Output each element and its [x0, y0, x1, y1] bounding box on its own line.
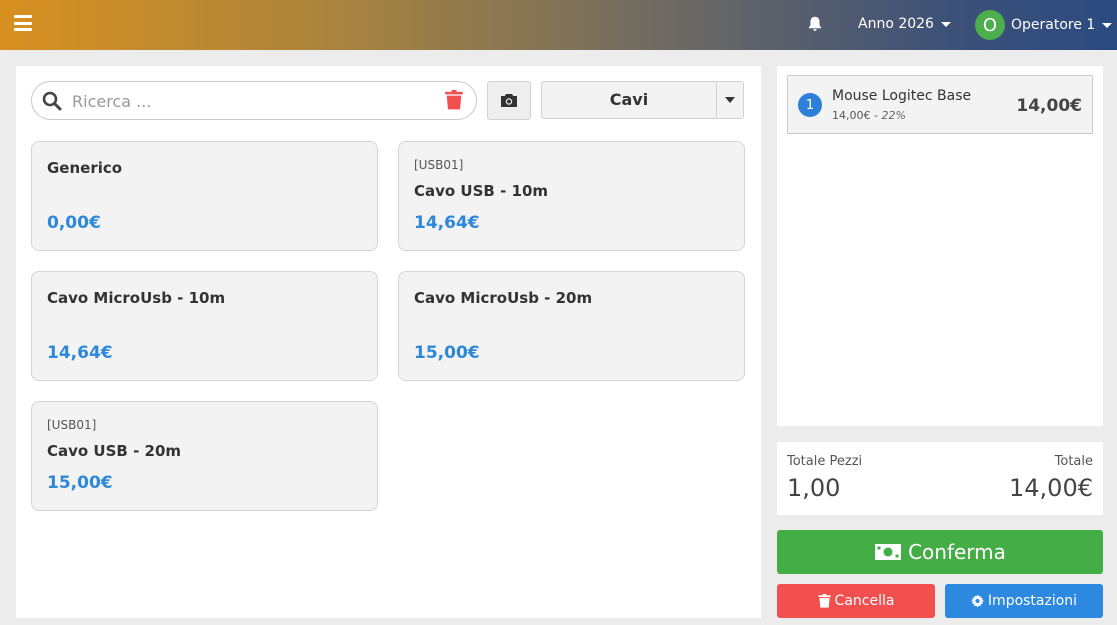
- confirm-button[interactable]: Conferma: [777, 530, 1103, 574]
- total-pieces-label: Totale Pezzi: [787, 454, 863, 469]
- product-name: Cavo MicroUsb - 20m: [414, 289, 593, 307]
- product-price: 14,64€: [47, 343, 113, 363]
- operator-label: Operatore 1: [1011, 17, 1096, 33]
- camera-button[interactable]: [487, 81, 531, 120]
- product-card[interactable]: Cavo MicroUsb - 10m 14,64€: [31, 271, 378, 381]
- confirm-label: Conferma: [908, 540, 1006, 564]
- product-price: 14,64€: [414, 213, 480, 233]
- chevron-down-icon: [725, 97, 735, 103]
- product-name: Cavo USB - 10m: [414, 182, 549, 200]
- bell-icon[interactable]: [806, 15, 824, 33]
- avatar: O: [975, 10, 1005, 40]
- product-code: [USB01]: [414, 158, 464, 172]
- cancel-label: Cancella: [834, 593, 895, 609]
- product-card[interactable]: [USB01] Cavo USB - 20m 15,00€: [31, 401, 378, 511]
- cart-item-name: Mouse Logitec Base: [832, 88, 972, 104]
- product-price: 0,00€: [47, 213, 101, 233]
- camera-icon: [501, 94, 517, 107]
- cart-item[interactable]: 1 Mouse Logitec Base 14,00€ - 22% 14,00€: [787, 75, 1093, 134]
- settings-button[interactable]: Impostazioni: [945, 584, 1103, 618]
- gear-icon: [970, 594, 984, 608]
- category-select[interactable]: Cavi: [541, 81, 744, 119]
- product-name: Cavo MicroUsb - 10m: [47, 289, 226, 307]
- settings-label: Impostazioni: [987, 593, 1078, 609]
- product-name: Cavo USB - 20m: [47, 442, 182, 460]
- product-price: 15,00€: [47, 473, 113, 493]
- chevron-down-icon: [940, 21, 951, 27]
- total-value: 14,00€: [1009, 474, 1093, 502]
- cart-item-total: 14,00€: [1016, 96, 1082, 116]
- cart-panel: 1 Mouse Logitec Base 14,00€ - 22% 14,00€: [777, 66, 1103, 426]
- product-code: [USB01]: [47, 418, 97, 432]
- totals-panel: Totale Pezzi Totale 1,00 14,00€: [777, 442, 1103, 515]
- trash-icon: [817, 594, 831, 608]
- hamburger-icon[interactable]: [14, 15, 32, 31]
- trash-icon[interactable]: [445, 90, 463, 110]
- cart-item-vat: 22%: [881, 109, 906, 122]
- cancel-button[interactable]: Cancella: [777, 584, 935, 618]
- product-panel: Cavi Generico 0,00€ [USB01] Cavo USB - 1…: [16, 66, 761, 618]
- search-input[interactable]: [72, 88, 432, 114]
- product-card[interactable]: [USB01] Cavo USB - 10m 14,64€: [398, 141, 745, 251]
- cart-item-unit-price: 14,00€ -: [832, 109, 882, 122]
- product-card[interactable]: Generico 0,00€: [31, 141, 378, 251]
- search-box: [31, 81, 477, 120]
- total-pieces-value: 1,00: [787, 474, 841, 502]
- cart-item-details: 14,00€ - 22%: [832, 109, 906, 122]
- year-dropdown[interactable]: Anno 2026: [858, 16, 951, 32]
- product-price: 15,00€: [414, 343, 480, 363]
- chevron-down-icon: [1102, 22, 1113, 28]
- category-label: Cavi: [609, 90, 649, 109]
- category-dropdown-toggle[interactable]: [716, 82, 743, 118]
- search-icon: [42, 91, 62, 111]
- year-label: Anno 2026: [858, 16, 934, 32]
- product-card[interactable]: Cavo MicroUsb - 20m 15,00€: [398, 271, 745, 381]
- top-bar: Anno 2026 O Operatore 1: [0, 0, 1117, 50]
- total-label: Totale: [1054, 454, 1093, 469]
- money-icon: [875, 544, 902, 560]
- operator-menu[interactable]: O Operatore 1: [975, 10, 1113, 40]
- quantity-badge: 1: [798, 93, 822, 117]
- product-name: Generico: [47, 159, 123, 177]
